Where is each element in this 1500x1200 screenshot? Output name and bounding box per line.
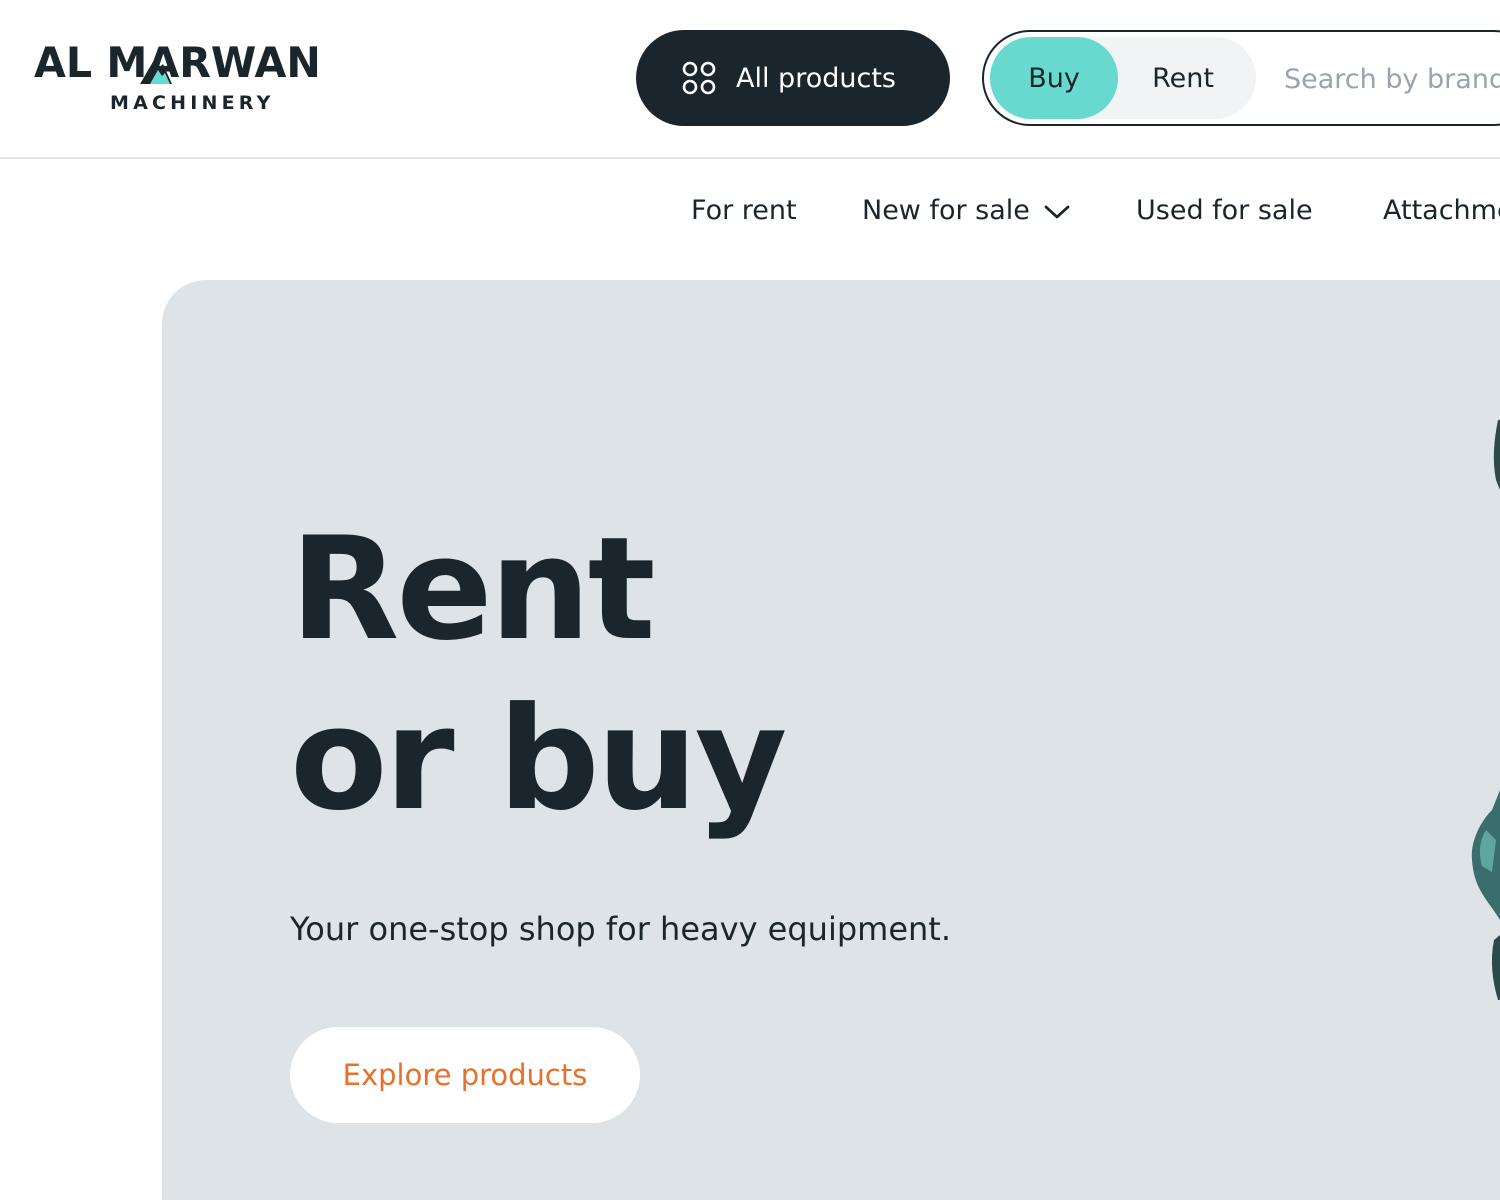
nav-item-label: Attachments: [1383, 194, 1500, 226]
hero-title-line-2: or buy: [290, 677, 787, 842]
nav-item-label: For rent: [691, 194, 797, 226]
all-products-button[interactable]: All products: [636, 30, 950, 126]
hero-subtitle: Your one-stop shop for heavy equipment.: [290, 910, 952, 948]
grid-icon: [682, 61, 716, 95]
nav-item-label: New for sale: [862, 194, 1030, 226]
search-input[interactable]: [1284, 46, 1500, 112]
nav-item-label: Used for sale: [1136, 194, 1313, 226]
logo-primary-text: AL MARWAN: [34, 38, 321, 87]
toggle-option-rent[interactable]: Rent: [1118, 37, 1248, 119]
site-header: AL MARWAN MACHINERY All products Buy Ren…: [0, 0, 1500, 159]
search-bar: Buy Rent: [982, 30, 1500, 126]
all-products-label: All products: [736, 62, 896, 94]
toggle-option-buy[interactable]: Buy: [990, 37, 1118, 119]
category-nav: For rent New for sale Used for sale Atta…: [0, 160, 1500, 260]
logo-secondary-text: MACHINERY: [110, 92, 275, 114]
equipment-image: [1471, 420, 1500, 1000]
nav-item-attachments[interactable]: Attachments: [1383, 190, 1500, 230]
nav-item-new-for-sale[interactable]: New for sale: [862, 190, 1070, 230]
explore-products-button[interactable]: Explore products: [290, 1027, 640, 1123]
chevron-down-icon: [1044, 205, 1070, 219]
hero-title-line-1: Rent: [290, 507, 656, 672]
buy-rent-toggle: Buy Rent: [990, 37, 1256, 119]
logo-mountain-icon: [140, 60, 172, 84]
nav-item-used-for-sale[interactable]: Used for sale: [1136, 190, 1313, 230]
hero-title: Rent or buy: [290, 505, 787, 845]
nav-item-for-rent[interactable]: For rent: [691, 190, 797, 230]
brand-logo[interactable]: AL MARWAN MACHINERY: [34, 40, 364, 120]
hero-banner: Rent or buy Your one-stop shop for heavy…: [162, 280, 1500, 1200]
